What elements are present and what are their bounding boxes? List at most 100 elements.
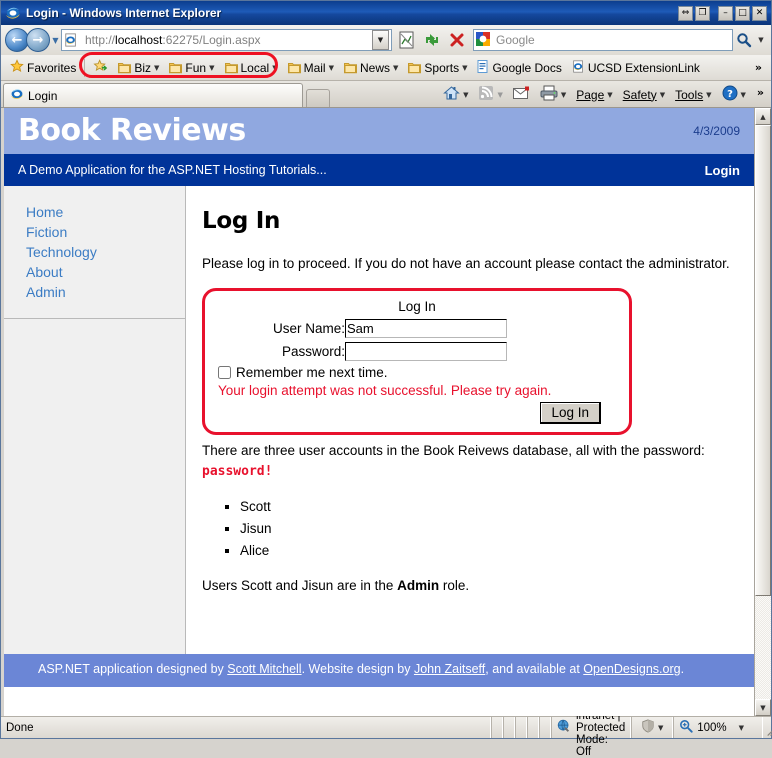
favorites-item-biz[interactable]: Biz ▼ bbox=[113, 58, 164, 78]
account-list: Scott Jisun Alice bbox=[202, 496, 732, 562]
password-input[interactable] bbox=[345, 342, 507, 361]
maximize-button[interactable]: □ bbox=[735, 5, 750, 21]
chevron-down-icon[interactable]: ▼ bbox=[741, 91, 746, 99]
scroll-up-button[interactable]: ▲ bbox=[755, 108, 771, 125]
command-bar-overflow-button[interactable]: » bbox=[752, 86, 769, 103]
internet-explorer-window: Login - Windows Internet Explorer ⇔ ❐ – … bbox=[0, 0, 772, 758]
home-button[interactable]: ▼ bbox=[439, 85, 472, 104]
protected-mode-indicator[interactable]: ▼ bbox=[631, 717, 674, 738]
roles-text-after: role. bbox=[439, 578, 470, 593]
recent-pages-dropdown[interactable]: ▼ bbox=[50, 36, 61, 45]
chevron-down-icon[interactable]: ▼ bbox=[706, 91, 711, 99]
tab-login[interactable]: Login bbox=[3, 83, 303, 107]
chevron-down-icon[interactable]: ▼ bbox=[329, 64, 334, 72]
footer-link-scott-mitchell[interactable]: Scott Mitchell bbox=[227, 662, 301, 676]
favorites-button[interactable]: Favorites bbox=[5, 58, 81, 78]
page-scrollbar[interactable]: ▲ ▼ bbox=[754, 108, 771, 716]
footer-text-4: . bbox=[680, 662, 685, 676]
search-input[interactable]: Google bbox=[473, 29, 733, 51]
mail-icon bbox=[512, 86, 530, 103]
tab-label: Login bbox=[28, 88, 58, 103]
favorites-item-google-docs[interactable]: Google Docs bbox=[472, 58, 566, 78]
chevron-down-icon[interactable]: ▼ bbox=[462, 64, 467, 72]
sidebar-item-about[interactable]: About bbox=[26, 262, 185, 282]
search-provider-dropdown[interactable]: ▼ bbox=[755, 29, 767, 51]
scrollbar-thumb[interactable] bbox=[755, 125, 771, 596]
scrollbar-track[interactable] bbox=[755, 125, 771, 699]
favorites-item-ucsd-extensionlink[interactable]: UCSD ExtensionLink bbox=[567, 58, 705, 78]
scroll-down-button[interactable]: ▼ bbox=[755, 699, 771, 716]
page-header-bottom: A Demo Application for the ASP.NET Hosti… bbox=[4, 154, 754, 186]
security-zone[interactable]: Local intranet | Protected Mode: Off bbox=[551, 698, 632, 758]
footer-link-opendesigns[interactable]: OpenDesigns.org bbox=[583, 662, 680, 676]
username-input[interactable] bbox=[345, 319, 507, 338]
search-button[interactable] bbox=[733, 29, 755, 51]
favorites-label: Favorites bbox=[27, 60, 77, 75]
sidebar-item-fiction[interactable]: Fiction bbox=[26, 222, 185, 242]
chevron-down-icon[interactable]: ▼ bbox=[393, 64, 398, 72]
sidebar-item-admin[interactable]: Admin bbox=[26, 282, 185, 302]
restore-small-button[interactable]: ⇔ bbox=[678, 5, 693, 21]
resize-grip[interactable] bbox=[763, 717, 772, 738]
footer-link-john-zaitseff[interactable]: John Zaitseff bbox=[414, 662, 485, 676]
tools-menu-button[interactable]: Tools ▼ bbox=[671, 88, 715, 102]
page-menu-button[interactable]: Page ▼ bbox=[572, 88, 616, 102]
chevron-down-icon[interactable]: ▼ bbox=[658, 724, 663, 732]
print-button[interactable]: ▼ bbox=[536, 85, 570, 104]
chevron-down-icon[interactable]: ▼ bbox=[660, 91, 665, 99]
safety-menu-button[interactable]: Safety ▼ bbox=[619, 88, 669, 102]
new-tab-button[interactable] bbox=[306, 89, 330, 107]
chevron-down-icon[interactable]: ▼ bbox=[272, 64, 277, 72]
header-login-link[interactable]: Login bbox=[705, 163, 740, 178]
favorites-bar: Favorites Biz ▼ Fun ▼ Local ▼ Mail ▼ New… bbox=[1, 55, 771, 81]
remember-me-checkbox[interactable] bbox=[218, 366, 231, 379]
list-item: Scott bbox=[240, 496, 732, 518]
minimize-button[interactable]: – bbox=[718, 5, 733, 21]
favorites-item-fun[interactable]: Fun ▼ bbox=[164, 58, 219, 78]
refresh-icon[interactable] bbox=[420, 28, 444, 52]
address-input[interactable]: http://localhost:62275/Login.aspx ▼ bbox=[61, 29, 392, 51]
favorites-item-sports[interactable]: Sports ▼ bbox=[403, 58, 472, 78]
remember-me-row[interactable]: Remember me next time. bbox=[218, 365, 621, 380]
favorites-item-label: Local bbox=[240, 60, 270, 75]
favorites-item-news[interactable]: News ▼ bbox=[339, 58, 403, 78]
feeds-button[interactable]: ▼ bbox=[474, 85, 506, 104]
chevron-down-icon[interactable]: ▼ bbox=[607, 91, 612, 99]
address-dropdown[interactable]: ▼ bbox=[372, 30, 389, 50]
stop-icon[interactable] bbox=[445, 28, 469, 52]
read-mail-button[interactable] bbox=[509, 86, 534, 103]
sidebar-item-home[interactable]: Home bbox=[26, 202, 185, 222]
demo-password: password! bbox=[202, 464, 273, 479]
list-item: Alice bbox=[240, 540, 732, 562]
favorites-item-label: Biz bbox=[134, 60, 152, 75]
chevron-down-icon[interactable]: ▼ bbox=[739, 724, 744, 732]
favorites-item-mail[interactable]: Mail ▼ bbox=[283, 58, 339, 78]
page-title: Book Reviews bbox=[18, 113, 246, 148]
add-favorites-icon[interactable] bbox=[88, 58, 113, 78]
help-menu-button[interactable]: ? ▼ bbox=[718, 85, 750, 104]
status-pane-2 bbox=[503, 717, 515, 738]
compatibility-view-icon[interactable] bbox=[395, 28, 419, 52]
zoom-control[interactable]: 100% ▼ bbox=[673, 717, 764, 738]
page-body: Home Fiction Technology About Admin Log … bbox=[4, 186, 754, 654]
favorites-overflow-button[interactable]: » bbox=[750, 61, 767, 74]
search-placeholder-text: Google bbox=[496, 33, 535, 47]
login-button[interactable]: Log In bbox=[540, 402, 601, 424]
chevron-down-icon[interactable]: ▼ bbox=[497, 91, 502, 99]
sidebar-item-technology[interactable]: Technology bbox=[26, 242, 185, 262]
page-footer: ASP.NET application designed by Scott Mi… bbox=[4, 654, 754, 687]
restore-down-button[interactable]: ❐ bbox=[695, 5, 710, 21]
password-row: Password: bbox=[213, 342, 621, 361]
forward-button[interactable]: → bbox=[26, 28, 50, 52]
accounts-text: There are three user accounts in the Boo… bbox=[202, 443, 705, 458]
chevron-down-icon[interactable]: ▼ bbox=[561, 91, 566, 99]
sidebar-divider bbox=[4, 318, 185, 319]
chevron-down-icon[interactable]: ▼ bbox=[463, 91, 468, 99]
toolbar-divider bbox=[84, 58, 86, 77]
favorites-item-local[interactable]: Local ▼ bbox=[220, 58, 283, 78]
google-icon bbox=[476, 31, 491, 49]
roles-role-name: Admin bbox=[397, 578, 440, 593]
chevron-down-icon[interactable]: ▼ bbox=[154, 64, 159, 72]
close-button[interactable]: ✕ bbox=[752, 5, 767, 21]
chevron-down-icon[interactable]: ▼ bbox=[209, 64, 214, 72]
